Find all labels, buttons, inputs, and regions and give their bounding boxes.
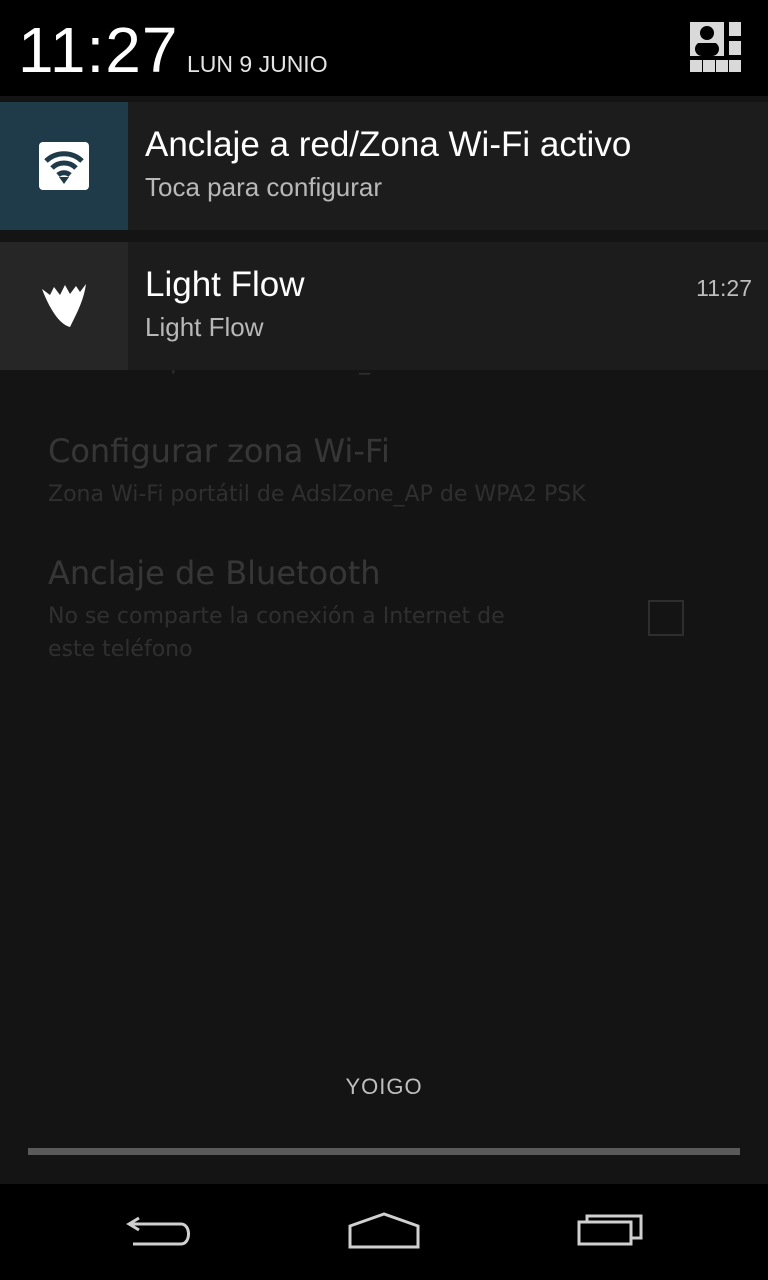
bg-configure-hotspot-subtitle: Zona Wi-Fi portátil de AdslZone_AP de WP… [48,482,586,507]
bg-bluetooth-tethering-subtitle: No se comparte la conexión a Internet de [48,604,505,629]
navigation-bar [0,1184,768,1280]
notification-light-flow[interactable]: Light Flow Light Flow 11:27 [0,242,768,370]
bg-configure-hotspot-title: Configurar zona Wi-Fi [48,432,390,470]
bg-bluetooth-checkbox [648,600,684,636]
wifi-hotspot-icon [0,102,128,230]
notification-title: Light Flow [145,265,305,304]
carrier-label: YOIGO [345,1074,423,1099]
notification-tethering[interactable]: Anclaje a red/Zona Wi-Fi activo Toca par… [0,102,768,230]
date: LUN 9 JUNIO [187,51,328,77]
back-icon [125,1210,195,1254]
notification-shade-screen: Zona Wi-Fi portátil AdslZone_AP activa C… [0,0,768,1280]
notification-text: Toca para configurar [145,172,383,202]
back-button[interactable] [112,1202,208,1262]
shade-header: 11:27 LUN 9 JUNIO [0,0,768,96]
clock: 11:27 [18,14,179,86]
notification-title: Anclaje a red/Zona Wi-Fi activo [145,125,632,164]
home-button[interactable] [336,1202,432,1262]
bg-bluetooth-tethering-subtitle-2: este teléfono [48,637,193,662]
light-flow-icon [0,242,128,370]
home-icon [347,1210,421,1254]
recents-button[interactable] [562,1202,658,1262]
bg-bluetooth-tethering-title: Anclaje de Bluetooth [48,554,381,592]
shade-drag-handle[interactable] [28,1148,740,1155]
recents-icon [575,1210,645,1254]
notification-text: Light Flow [145,312,264,342]
notification-time: 11:27 [696,275,752,301]
quick-settings-icon[interactable] [690,22,744,76]
